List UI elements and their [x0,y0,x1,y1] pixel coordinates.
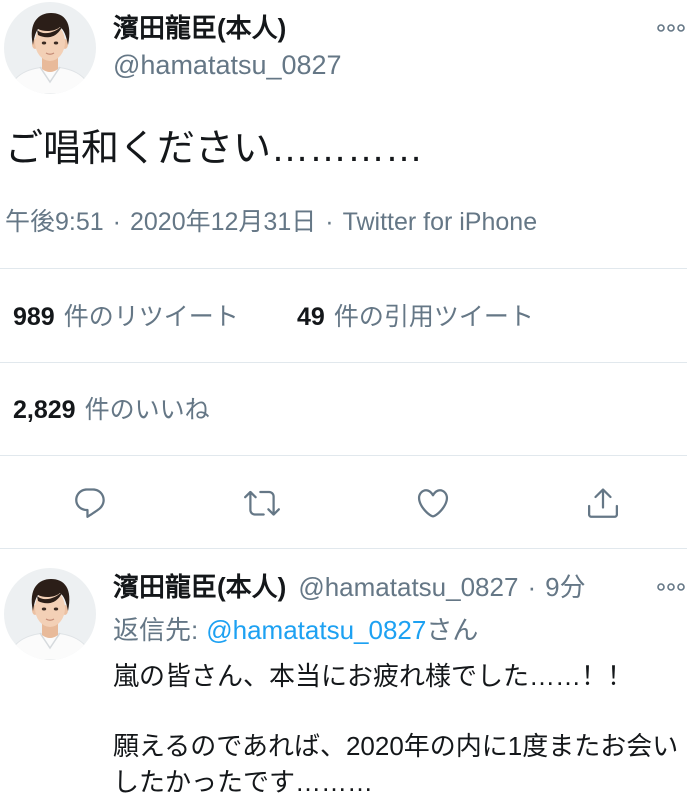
like-button[interactable] [415,485,451,521]
retweet-button[interactable] [244,485,280,521]
author-display-name[interactable]: 濱田龍臣(本人) [113,12,286,44]
quote-count: 49 [297,303,325,331]
likes-stat[interactable]: 2,829 件のいいね [13,394,210,426]
reply-author-avatar[interactable] [4,568,96,660]
retweets-stat[interactable]: 989 件のリツイート [13,301,239,333]
tweet-source-link[interactable]: Twitter for iPhone [343,208,538,236]
reply-text-line: 嵐の皆さん、本当にお疲れ様でした……！！ [113,661,634,691]
quote-tweets-stat[interactable]: 49 件の引用ツイート [297,301,534,333]
tweet-time: 午後9:51 [5,208,104,236]
more-icon [657,24,685,32]
reply-more-button[interactable] [657,581,685,593]
like-icon [417,489,449,518]
tweet-meta: 午後9:51 · 2020年12月31日 · Twitter for iPhone [5,206,537,238]
retweet-icon [244,490,280,516]
reply-paragraph: 願えるのであれば、2020年の内に1度またお会い したかったです……… [113,728,687,800]
retweet-label: 件のリツイート [63,303,239,331]
reply-author-display-name[interactable]: 濱田龍臣(本人) [113,572,286,602]
replying-to-suffix: さん [426,615,479,645]
meta-separator: · [325,208,334,236]
tweet-text: ご唱和ください………… [5,128,424,170]
tweet-detail-screen: 濱田龍臣(本人) @hamatatsu_0827 ご唱和ください………… 午後9… [0,0,687,800]
avatar-icon [4,2,96,94]
reply-icon [75,488,105,518]
divider [0,455,687,456]
like-label: 件のいいね [84,396,210,424]
like-count: 2,829 [13,396,76,424]
reply-paragraph: 嵐の皆さん、本当にお疲れ様でした……！！ [113,660,687,692]
tweet-more-button[interactable] [657,22,685,34]
divider [0,268,687,269]
reply-text-line: 願えるのであれば、2020年の内に1度またお会い [113,731,679,761]
author-avatar[interactable] [4,2,96,94]
author-handle[interactable]: @hamatatsu_0827 [113,49,342,81]
retweet-count: 989 [13,303,55,331]
reply-text-line: したかったです……… [113,767,374,797]
replying-to: 返信先: @hamatatsu_0827さん [113,614,478,646]
reply-header: 濱田龍臣(本人) @hamatatsu_0827 · 9分 [113,571,649,603]
reply-button[interactable] [72,485,108,521]
divider [0,362,687,363]
tweet-date: 2020年12月31日 [130,208,317,236]
header-separator: · [527,572,537,602]
meta-separator: · [112,208,121,236]
avatar-icon [4,568,96,660]
share-button[interactable] [585,485,621,521]
share-icon [588,488,618,518]
more-icon [657,583,685,591]
divider [0,548,687,549]
replying-to-prefix: 返信先: [113,615,199,645]
quote-label: 件の引用ツイート [333,303,534,331]
reply-author-handle[interactable]: @hamatatsu_0827 [298,572,518,602]
replying-to-handle[interactable]: @hamatatsu_0827 [206,615,426,645]
reply-timestamp: 9分 [545,572,586,602]
